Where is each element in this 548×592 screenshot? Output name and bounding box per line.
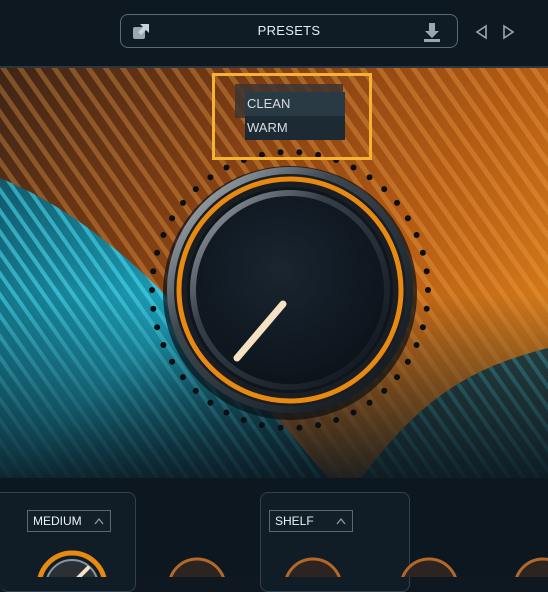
- ring-dot: [296, 149, 303, 156]
- ring-dot: [207, 399, 214, 406]
- ring-dot: [350, 409, 357, 416]
- ring-dot: [413, 342, 420, 348]
- ring-dot: [150, 268, 157, 275]
- bottom-controls: MEDIUM SHELF: [0, 478, 548, 592]
- ring-dot: [223, 409, 230, 416]
- mode-select-medium[interactable]: MEDIUM: [27, 510, 111, 532]
- ring-dot: [192, 387, 199, 394]
- download-icon[interactable]: [421, 21, 443, 43]
- ring-dot: [154, 249, 161, 256]
- mini-knob-3[interactable]: [282, 556, 344, 577]
- ring-dot: [394, 374, 400, 381]
- ring-dot: [404, 358, 411, 365]
- ring-dot: [180, 374, 186, 381]
- ring-dot: [169, 358, 176, 365]
- next-triangle-icon[interactable]: [502, 24, 516, 40]
- ring-dot: [154, 324, 161, 331]
- ring-dot: [277, 149, 284, 156]
- filter-select-shelf[interactable]: SHELF: [269, 510, 353, 532]
- ring-dot: [315, 422, 322, 429]
- select-value: SHELF: [275, 514, 314, 528]
- ring-dot: [277, 424, 284, 431]
- menu-item-warm[interactable]: WARM: [245, 116, 345, 140]
- ring-dot: [366, 399, 373, 406]
- ring-dot: [315, 151, 322, 158]
- ring-dot: [350, 164, 357, 171]
- ring-dot: [423, 268, 430, 275]
- ring-dot: [333, 417, 340, 423]
- ring-dot: [419, 249, 426, 256]
- ring-dot: [419, 324, 426, 331]
- presets-label: PRESETS: [257, 23, 321, 38]
- chevron-up-icon: [94, 517, 104, 525]
- ring-dot: [296, 424, 303, 431]
- menu-item-clean[interactable]: CLEAN: [245, 92, 345, 116]
- ring-dot: [381, 387, 388, 394]
- ring-dot: [240, 157, 247, 163]
- ring-dot: [180, 199, 186, 206]
- ring-dot: [258, 151, 265, 158]
- ring-dot: [404, 215, 411, 222]
- chevron-up-icon: [336, 517, 346, 525]
- ring-dot: [366, 174, 373, 181]
- mini-knob-4[interactable]: [398, 556, 460, 577]
- ring-dot: [240, 417, 247, 423]
- ring-dot: [423, 305, 430, 312]
- previous-triangle-icon[interactable]: [474, 24, 488, 40]
- main-knob[interactable]: [163, 166, 417, 420]
- select-value: MEDIUM: [33, 514, 82, 528]
- ring-dot: [223, 164, 230, 171]
- ring-dot: [160, 342, 167, 348]
- left-control-panel: [0, 492, 136, 592]
- ring-dot: [258, 422, 265, 429]
- right-control-panel: [260, 492, 410, 592]
- drive-knob[interactable]: [36, 550, 108, 577]
- ring-dot: [425, 287, 431, 293]
- ring-dot: [333, 157, 340, 163]
- ring-dot: [381, 186, 388, 193]
- preset-selector[interactable]: PRESETS: [120, 14, 458, 48]
- ring-dot: [150, 305, 157, 312]
- ring-dot: [413, 232, 420, 238]
- ring-dot: [149, 287, 155, 293]
- ring-dot: [169, 215, 176, 222]
- ring-dot: [160, 232, 167, 238]
- mini-knob-5[interactable]: [512, 556, 548, 577]
- ring-dot: [192, 186, 199, 193]
- header-bar: PRESETS: [0, 0, 548, 66]
- mini-knob-2[interactable]: [166, 556, 228, 577]
- ring-dot: [394, 199, 400, 206]
- ring-dot: [207, 174, 214, 181]
